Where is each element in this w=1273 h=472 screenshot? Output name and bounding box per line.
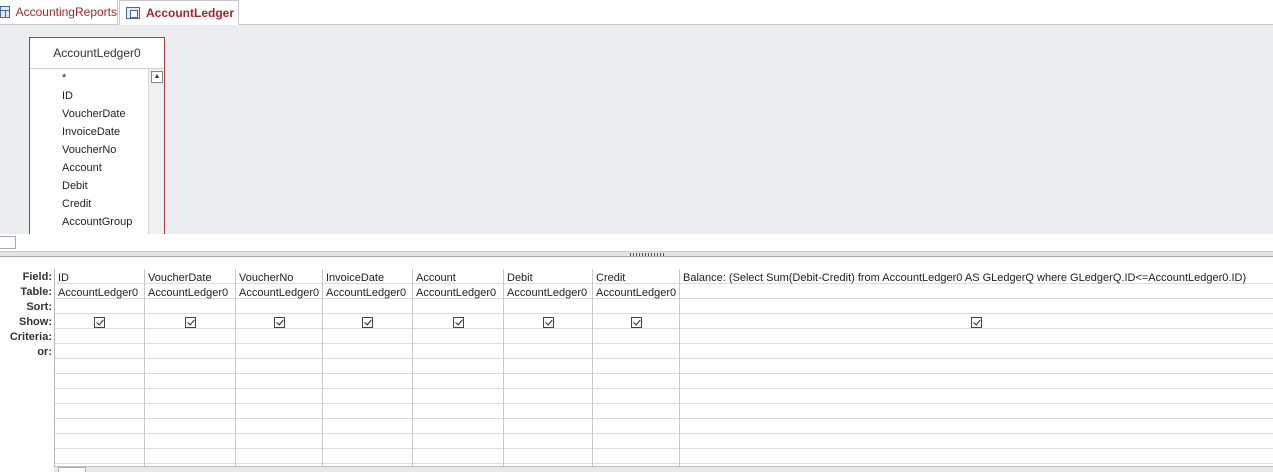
grid-column[interactable]: ID AccountLedger0: [55, 269, 145, 467]
table-cell[interactable]: AccountLedger0: [326, 286, 410, 301]
tab-accounting-reports[interactable]: AccountingReports: [0, 0, 118, 24]
show-checkbox[interactable]: [362, 317, 373, 328]
field-list-item[interactable]: InvoiceDate: [30, 123, 148, 141]
grid-column[interactable]: VoucherDate AccountLedger0: [145, 269, 236, 467]
table-cell[interactable]: [683, 286, 1271, 301]
query-grid[interactable]: ID AccountLedger0 VoucherDate AccountLedger…: [54, 269, 1273, 467]
field-list-title[interactable]: AccountLedger0: [30, 38, 164, 69]
query-grid-pane: Field: Table: Sort: Show: Criteria: or: ID Acc…: [0, 258, 1273, 472]
query-design-pane[interactable]: AccountLedger0 * ID VoucherDate InvoiceDate…: [0, 25, 1273, 234]
row-header: Show:: [19, 316, 52, 328]
document-tab-bar: AccountingReports AccountLedger: [0, 0, 1273, 25]
field-list-item[interactable]: Debit: [30, 177, 148, 195]
grid-column[interactable]: Account AccountLedger0: [413, 269, 504, 467]
field-cell[interactable]: Balance: (Select Sum(Debit-Credit) from …: [683, 271, 1271, 286]
field-cell[interactable]: Credit: [596, 271, 677, 286]
field-list-window[interactable]: AccountLedger0 * ID VoucherDate InvoiceDate…: [29, 37, 165, 234]
show-checkbox[interactable]: [185, 317, 196, 328]
field-list-item[interactable]: Account: [30, 159, 148, 177]
grid-column[interactable]: Credit AccountLedger0: [593, 269, 680, 467]
show-checkbox[interactable]: [453, 317, 464, 328]
table-icon: [0, 6, 10, 18]
table-cell[interactable]: AccountLedger0: [507, 286, 590, 301]
show-checkbox[interactable]: [631, 317, 642, 328]
field-list-item[interactable]: AccountGroup: [30, 213, 148, 231]
row-header: or:: [37, 346, 52, 358]
field-list-item[interactable]: VoucherNo: [30, 141, 148, 159]
row-header: Table:: [20, 286, 52, 298]
grid-column[interactable]: InvoiceDate AccountLedger0: [323, 269, 413, 467]
tab-label: AccountingReports: [15, 5, 117, 19]
table-cell[interactable]: AccountLedger0: [58, 286, 142, 301]
field-cell[interactable]: Account: [416, 271, 501, 286]
field-cell[interactable]: ID: [58, 271, 142, 286]
horizontal-scrollbar-stub[interactable]: [0, 236, 16, 249]
query-icon: [126, 6, 140, 19]
show-checkbox[interactable]: [971, 317, 982, 328]
show-checkbox[interactable]: [94, 317, 105, 328]
field-list-item[interactable]: ID: [30, 87, 148, 105]
grid-horizontal-scrollbar[interactable]: [54, 466, 1273, 472]
field-list-items: * ID VoucherDate InvoiceDate VoucherNo Accoun…: [30, 69, 148, 231]
show-checkbox[interactable]: [274, 317, 285, 328]
field-list-item[interactable]: VoucherDate: [30, 105, 148, 123]
grid-column[interactable]: Balance: (Select Sum(Debit-Credit) from …: [680, 269, 1273, 467]
field-list-item[interactable]: Credit: [30, 195, 148, 213]
field-list-item[interactable]: *: [30, 69, 148, 87]
field-cell[interactable]: InvoiceDate: [326, 271, 410, 286]
table-cell[interactable]: AccountLedger0: [148, 286, 233, 301]
splitter-grip-icon[interactable]: [630, 253, 666, 256]
table-cell[interactable]: AccountLedger0: [416, 286, 501, 301]
row-header: Sort:: [26, 301, 52, 313]
table-cell[interactable]: AccountLedger0: [596, 286, 677, 301]
tab-label: AccountLedger: [146, 5, 235, 20]
scroll-left-button[interactable]: [58, 467, 86, 472]
field-cell[interactable]: Debit: [507, 271, 590, 286]
field-cell[interactable]: VoucherDate: [148, 271, 233, 286]
show-checkbox[interactable]: [543, 317, 554, 328]
field-list-scrollbar[interactable]: ▲: [148, 69, 164, 234]
row-header: Field:: [22, 271, 52, 283]
field-cell[interactable]: VoucherNo: [239, 271, 320, 286]
scroll-up-icon[interactable]: ▲: [151, 71, 163, 83]
tab-account-ledger[interactable]: AccountLedger: [119, 0, 239, 25]
grid-column[interactable]: VoucherNo AccountLedger0: [236, 269, 323, 467]
row-headers: Field: Table: Sort: Show: Criteria: or:: [0, 270, 52, 360]
pane-splitter[interactable]: [0, 251, 1273, 257]
table-cell[interactable]: AccountLedger0: [239, 286, 320, 301]
row-header: Criteria:: [9, 331, 52, 343]
grid-column[interactable]: Debit AccountLedger0: [504, 269, 593, 467]
